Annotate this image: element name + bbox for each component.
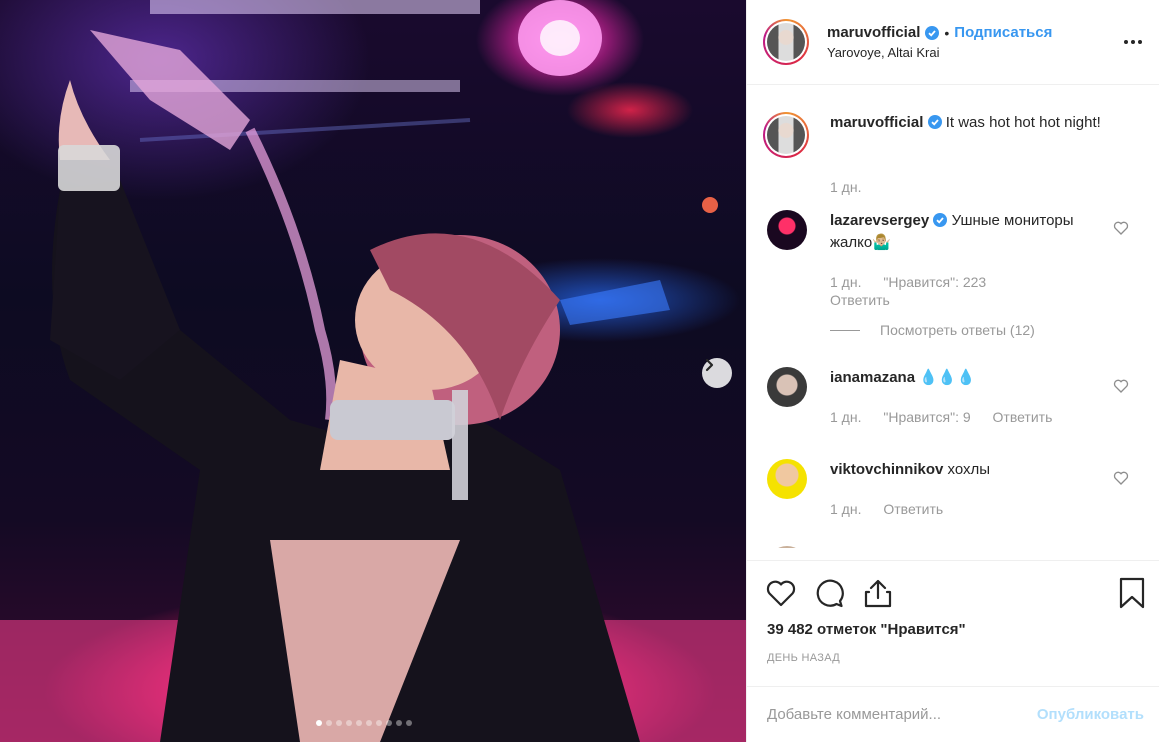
separator: • bbox=[944, 24, 950, 41]
more-options-button[interactable] bbox=[1123, 32, 1143, 48]
heart-icon bbox=[766, 580, 796, 607]
author-avatar[interactable] bbox=[763, 19, 809, 65]
photo-dot bbox=[406, 720, 412, 726]
commenter-avatar[interactable] bbox=[767, 210, 807, 250]
replies-divider bbox=[830, 329, 860, 331]
comment-time[interactable]: 1 дн. bbox=[830, 501, 861, 517]
heart-icon bbox=[1113, 379, 1129, 393]
comment-likes[interactable]: "Нравится": 9 bbox=[883, 409, 970, 425]
reply-button[interactable]: Ответить bbox=[830, 292, 890, 308]
photo-dot bbox=[366, 720, 372, 726]
share-button[interactable] bbox=[863, 577, 893, 612]
like-comment-button[interactable] bbox=[1113, 378, 1129, 397]
post-header: maruvofficial • Подписаться Yarovoye, Al… bbox=[747, 0, 1159, 85]
commenter-avatar[interactable] bbox=[767, 546, 807, 548]
like-comment-button[interactable] bbox=[1113, 470, 1129, 489]
comment-username[interactable]: lazarevsergey bbox=[830, 212, 929, 229]
comment-button[interactable] bbox=[813, 577, 845, 612]
comment-composer: Опубликовать bbox=[747, 686, 1159, 742]
photo-dot bbox=[356, 720, 362, 726]
caption-username[interactable]: maruvofficial bbox=[830, 114, 923, 131]
caption-text: It was hot hot hot night! bbox=[945, 114, 1101, 131]
post-actions: 39 482 отметок "Нравится" ДЕНЬ НАЗАД bbox=[747, 560, 1159, 685]
commenter-avatar[interactable] bbox=[767, 459, 807, 499]
chevron-right-icon bbox=[705, 358, 714, 372]
avatar-image bbox=[767, 116, 805, 154]
heart-icon bbox=[1113, 471, 1129, 485]
comment-text: хохлы bbox=[947, 461, 991, 478]
author-username[interactable]: maruvofficial bbox=[827, 24, 920, 41]
author-avatar[interactable] bbox=[763, 112, 809, 158]
post-details-panel: maruvofficial • Подписаться Yarovoye, Al… bbox=[746, 0, 1159, 742]
photo-dot bbox=[326, 720, 332, 726]
photo-dot bbox=[336, 720, 342, 726]
photo-dot bbox=[396, 720, 402, 726]
verified-icon bbox=[927, 115, 942, 129]
photo-dot bbox=[376, 720, 382, 726]
avatar-image bbox=[767, 23, 805, 61]
comment-input[interactable] bbox=[767, 706, 1007, 723]
likes-count[interactable]: 39 482 отметок "Нравится" bbox=[767, 621, 966, 638]
photo-illustration bbox=[0, 0, 746, 742]
comment-username[interactable]: ianamazana bbox=[830, 369, 915, 386]
bookmark-icon bbox=[1119, 577, 1145, 609]
next-photo-button[interactable] bbox=[702, 358, 732, 388]
comments-list[interactable]: maruvofficial It was hot hot hot night! … bbox=[747, 86, 1159, 548]
location-link[interactable]: Yarovoye, Altai Krai bbox=[827, 45, 1052, 60]
photo-indicator bbox=[316, 720, 412, 726]
comment-text: 💧💧💧 bbox=[919, 369, 976, 386]
like-comment-button[interactable] bbox=[1113, 220, 1129, 239]
comment-time[interactable]: 1 дн. bbox=[830, 274, 861, 290]
comment-time[interactable]: 1 дн. bbox=[830, 409, 861, 425]
commenter-avatar[interactable] bbox=[767, 367, 807, 407]
verified-icon bbox=[925, 25, 940, 40]
follow-button[interactable]: Подписаться bbox=[954, 24, 1052, 41]
photo-dot bbox=[386, 720, 392, 726]
comment-likes[interactable]: "Нравится": 223 bbox=[883, 274, 986, 290]
reply-button[interactable]: Ответить bbox=[993, 409, 1053, 425]
post-date[interactable]: ДЕНЬ НАЗАД bbox=[767, 652, 840, 664]
verified-icon bbox=[933, 213, 948, 227]
heart-icon bbox=[1113, 221, 1129, 235]
share-icon bbox=[864, 579, 892, 608]
view-replies-label: Посмотреть ответы (12) bbox=[880, 322, 1035, 338]
post-photo[interactable] bbox=[0, 0, 746, 742]
caption-time[interactable]: 1 дн. bbox=[830, 179, 861, 195]
save-button[interactable] bbox=[1118, 577, 1146, 612]
comment-icon bbox=[816, 579, 844, 608]
like-button[interactable] bbox=[765, 577, 797, 612]
photo-dot bbox=[346, 720, 352, 726]
publish-button[interactable]: Опубликовать bbox=[1037, 706, 1144, 723]
more-icon bbox=[1124, 40, 1142, 44]
view-replies-button[interactable]: Посмотреть ответы (12) bbox=[830, 322, 1035, 338]
photo-dot bbox=[316, 720, 322, 726]
comment-username[interactable]: viktovchinnikov bbox=[830, 461, 943, 478]
reply-button[interactable]: Ответить bbox=[883, 501, 943, 517]
